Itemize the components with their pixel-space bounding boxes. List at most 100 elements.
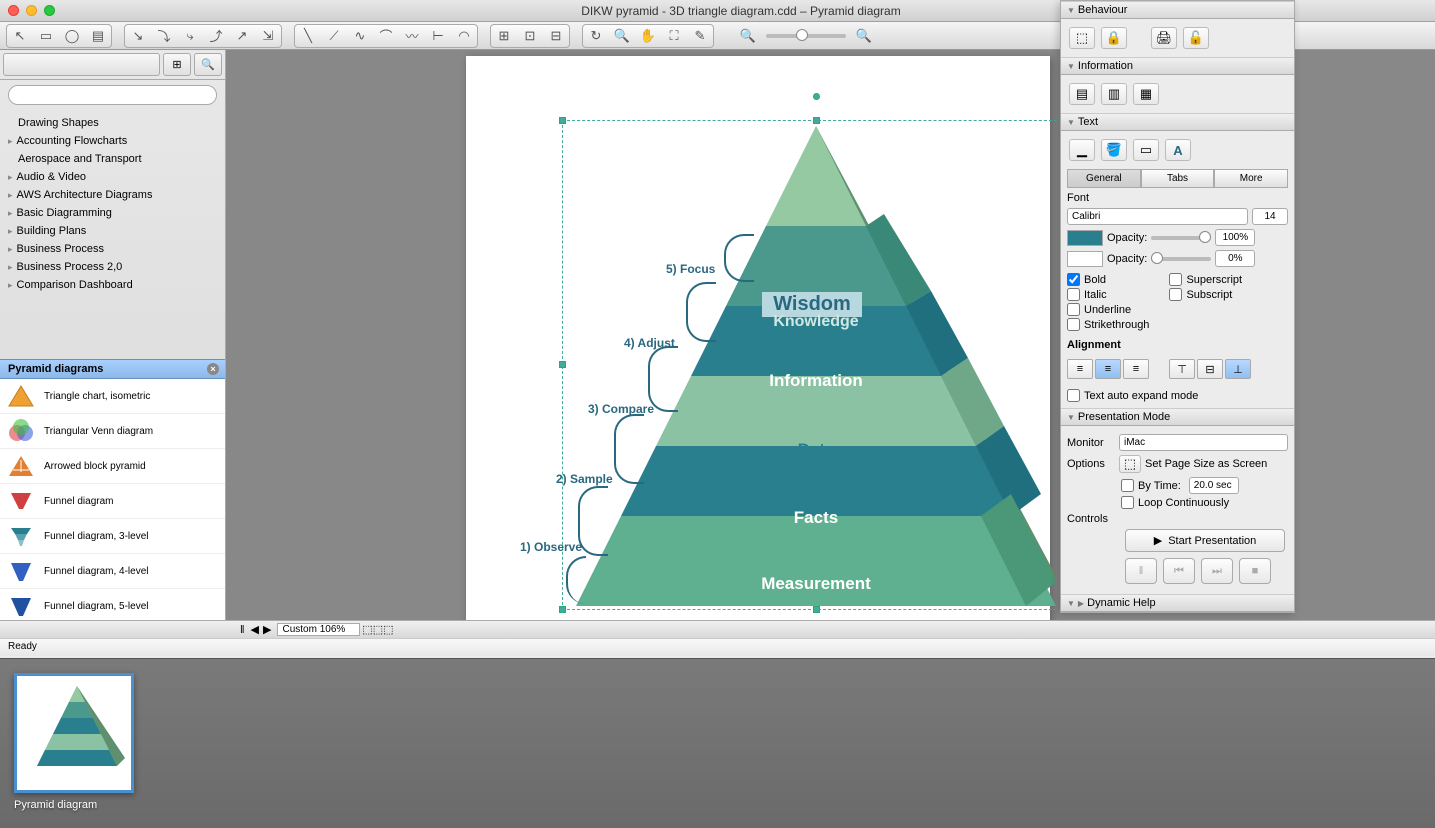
info-view3-icon[interactable]: ▦	[1133, 83, 1159, 105]
tree-item[interactable]: Business Process	[0, 240, 225, 258]
text-a-icon[interactable]: A	[1165, 139, 1191, 161]
tab-more[interactable]: More	[1214, 169, 1288, 188]
valign-middle-icon[interactable]: ⊟	[1197, 359, 1223, 379]
align-center-icon[interactable]: ≡	[1095, 359, 1121, 379]
shape-item[interactable]: Funnel diagram, 3-level	[0, 519, 225, 554]
valign-bottom-icon[interactable]: ⊥	[1225, 359, 1251, 379]
ellipse-tool-icon[interactable]: ◯	[60, 26, 84, 46]
loop-checkbox[interactable]	[1121, 496, 1134, 509]
close-section-icon[interactable]: ×	[207, 363, 219, 375]
bytime-value[interactable]: 20.0 sec	[1189, 477, 1239, 494]
shape-item[interactable]: Triangle chart, isometric	[0, 379, 225, 414]
connector2-icon[interactable]: ⤵	[152, 26, 176, 46]
connector3-icon[interactable]: ⤷	[178, 26, 202, 46]
presentation-section-header[interactable]: Presentation Mode	[1061, 408, 1294, 426]
text-section-header[interactable]: Text	[1061, 113, 1294, 131]
subscript-checkbox[interactable]	[1169, 288, 1182, 301]
zoom-slider-track[interactable]	[766, 34, 846, 38]
zoom-slider-thumb[interactable]	[796, 29, 808, 41]
autoexpand-checkbox[interactable]	[1067, 389, 1080, 402]
next-slide-icon[interactable]: ⏭	[1201, 558, 1233, 584]
align-left-icon[interactable]: ≡	[1067, 359, 1093, 379]
slider-thumb[interactable]	[1151, 252, 1163, 264]
tree-item[interactable]: Audio & Video	[0, 168, 225, 186]
curve1-icon[interactable]: ∿	[348, 26, 372, 46]
arc-icon[interactable]: ◠	[452, 26, 476, 46]
pointer-tool-icon[interactable]: ↖	[8, 26, 32, 46]
stop-icon[interactable]: ■	[1239, 558, 1271, 584]
screen-size-icon[interactable]: ⬚	[1119, 455, 1141, 473]
bg-color-swatch[interactable]	[1067, 251, 1103, 267]
text-fill-icon[interactable]: 🪣	[1101, 139, 1127, 161]
strike-checkbox[interactable]	[1067, 318, 1080, 331]
canvas-page[interactable]: Wisdom Knowledge Information Data Facts …	[466, 56, 1050, 620]
opacity-slider-1[interactable]	[1151, 236, 1211, 240]
minimize-window-button[interactable]	[26, 5, 37, 16]
crop-icon[interactable]: ⛶	[662, 26, 686, 46]
prev-slide-icon[interactable]: ⏮	[1163, 558, 1195, 584]
pause-icon[interactable]: ‖	[1125, 558, 1157, 584]
tree-item[interactable]: Accounting Flowcharts	[0, 132, 225, 150]
group3-icon[interactable]: ⊟	[544, 26, 568, 46]
shape-item[interactable]: Funnel diagram, 5-level	[0, 589, 225, 620]
superscript-checkbox[interactable]	[1169, 273, 1182, 286]
pyramid-diagram[interactable]	[566, 96, 1066, 616]
close-window-button[interactable]	[8, 5, 19, 16]
bold-checkbox[interactable]	[1067, 273, 1080, 286]
tree-item[interactable]: AWS Architecture Diagrams	[0, 186, 225, 204]
shape-item[interactable]: Funnel diagram, 4-level	[0, 554, 225, 589]
group1-icon[interactable]: ⊞	[492, 26, 516, 46]
selection-handle[interactable]	[559, 361, 566, 368]
slider-thumb[interactable]	[1199, 231, 1211, 243]
connector1-icon[interactable]: ↘	[126, 26, 150, 46]
tree-item[interactable]: Business Process 2,0	[0, 258, 225, 276]
grid-view-icon[interactable]: ⊞	[163, 53, 191, 76]
italic-checkbox[interactable]	[1067, 288, 1080, 301]
behaviour-section-header[interactable]: Behaviour	[1061, 1, 1294, 19]
shapes-section-header[interactable]: Pyramid diagrams ×	[0, 359, 225, 379]
page-thumbnail[interactable]	[14, 673, 134, 793]
search-library-icon[interactable]: 🔍	[194, 53, 222, 76]
print-icon[interactable]: 🖨	[1151, 27, 1177, 49]
text-color-swatch[interactable]	[1067, 230, 1103, 246]
info-view2-icon[interactable]: ▥	[1101, 83, 1127, 105]
group2-icon[interactable]: ⊡	[518, 26, 542, 46]
align-right-icon[interactable]: ≡	[1123, 359, 1149, 379]
valign-top-icon[interactable]: ⊤	[1169, 359, 1195, 379]
start-presentation-button[interactable]: ▶Start Presentation	[1125, 529, 1285, 552]
bytime-checkbox[interactable]	[1121, 479, 1134, 492]
opacity-1-value[interactable]: 100%	[1215, 229, 1255, 246]
zoom-select[interactable]: Custom 106%	[277, 623, 360, 636]
text-tool-icon[interactable]: ▤	[86, 26, 110, 46]
library-dropdown[interactable]	[3, 53, 160, 76]
curve3-icon[interactable]: 〰	[400, 26, 424, 46]
tree-item[interactable]: Basic Diagramming	[0, 204, 225, 222]
underline-checkbox[interactable]	[1067, 303, 1080, 316]
selection-handle[interactable]	[559, 606, 566, 613]
connector4-icon[interactable]: ⤴	[204, 26, 228, 46]
opacity-slider-2[interactable]	[1151, 257, 1211, 261]
opacity-2-value[interactable]: 0%	[1215, 250, 1255, 267]
connector6-icon[interactable]: ⇲	[256, 26, 280, 46]
zoom-out-icon[interactable]: 🔍	[736, 26, 760, 46]
zoom-in-icon[interactable]: 🔍	[852, 26, 876, 46]
unlock-icon[interactable]: 🔓	[1183, 27, 1209, 49]
ruler-icon[interactable]: ⊢	[426, 26, 450, 46]
tree-item[interactable]: Aerospace and Transport	[0, 150, 225, 168]
info-view1-icon[interactable]: ▤	[1069, 83, 1095, 105]
text-underline-icon[interactable]: ▁	[1069, 139, 1095, 161]
tab-tabs[interactable]: Tabs	[1141, 169, 1215, 188]
tree-item[interactable]: Drawing Shapes	[0, 114, 225, 132]
information-section-header[interactable]: Information	[1061, 57, 1294, 75]
zoom-window-button[interactable]	[44, 5, 55, 16]
tree-item[interactable]: Building Plans	[0, 222, 225, 240]
font-select[interactable]: Calibri	[1067, 208, 1248, 225]
search-input[interactable]	[8, 85, 217, 105]
lock-icon[interactable]: 🔒	[1101, 27, 1127, 49]
rectangle-tool-icon[interactable]: ▭	[34, 26, 58, 46]
eyedropper-icon[interactable]: ✎	[688, 26, 712, 46]
monitor-select[interactable]: iMac	[1119, 434, 1288, 451]
shape-item[interactable]: Funnel diagram	[0, 484, 225, 519]
hand-icon[interactable]: ✋	[636, 26, 660, 46]
tree-item[interactable]: Comparison Dashboard	[0, 276, 225, 294]
